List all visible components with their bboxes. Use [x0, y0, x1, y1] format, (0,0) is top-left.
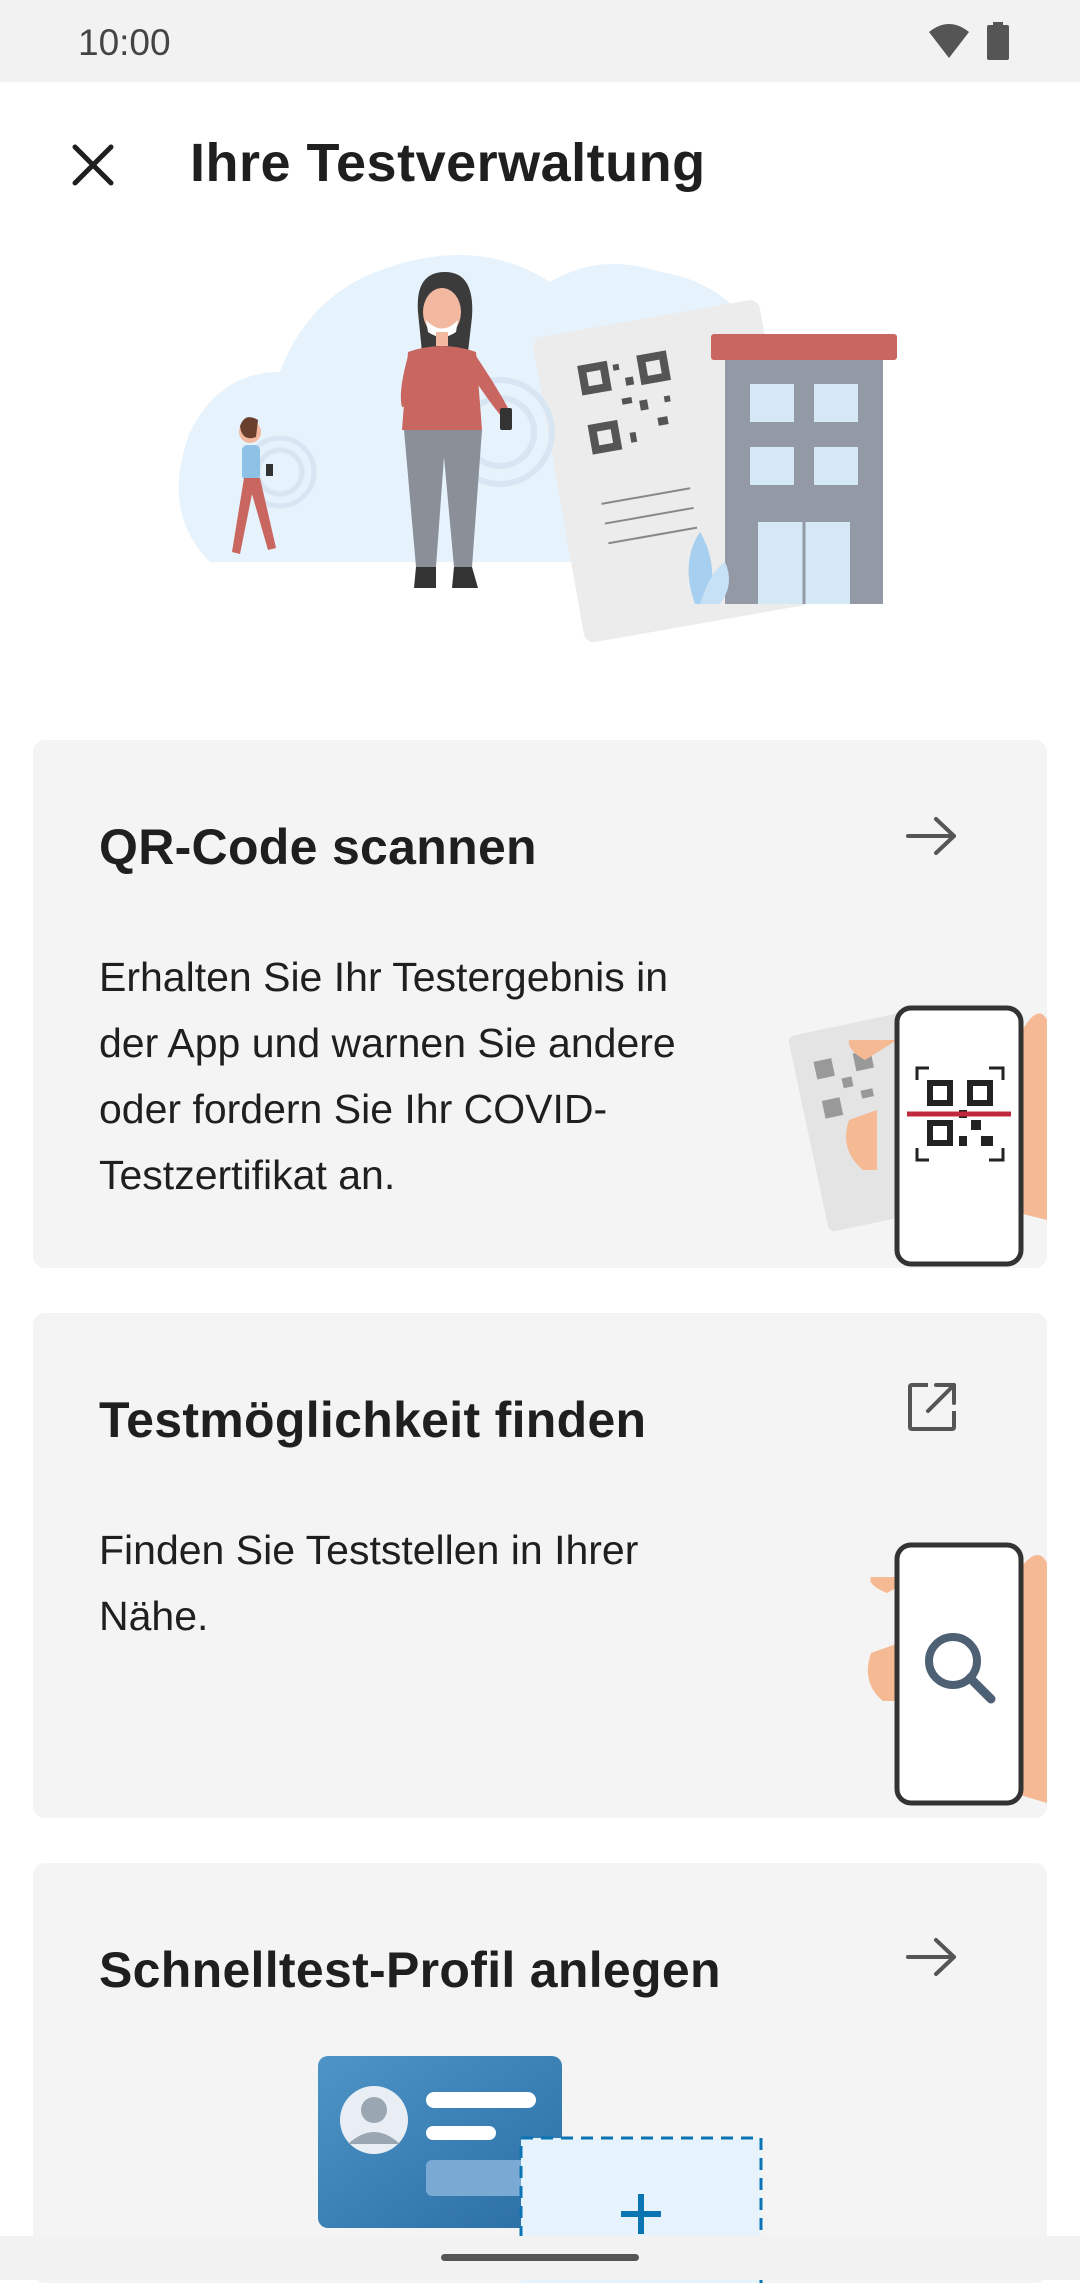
status-bar: 10:00 [0, 0, 1080, 82]
status-icons [928, 22, 1010, 60]
card-action [897, 1922, 967, 1992]
wifi-icon [929, 24, 969, 58]
card-title: QR-Code scannen [99, 819, 537, 875]
card-action [897, 1372, 967, 1442]
phone-search-illustration [867, 1542, 1047, 1806]
card-qr-code-scan[interactable]: QR-Code scannen Erhalten Sie Ihr Testerg… [33, 740, 1047, 1268]
home-gesture-handle[interactable] [441, 2254, 639, 2261]
card-description: Finden Sie Teststellen in Ihrer Nähe. [99, 1527, 639, 1639]
navigation-bar [0, 2236, 1080, 2280]
page-title: Ihre Testverwaltung [190, 133, 706, 193]
arrow-right-icon [906, 817, 956, 855]
close-icon [72, 144, 114, 186]
close-button[interactable] [50, 122, 136, 208]
hero-illustration [178, 255, 897, 643]
card-description: Erhalten Sie Ihr Testergebnis in der App… [99, 954, 676, 1198]
card-title: Schnelltest-Profil anlegen [99, 1942, 721, 1998]
arrow-right-icon [906, 1938, 956, 1976]
phone-scan-illustration [788, 1005, 1047, 1267]
card-title: Testmöglichkeit finden [99, 1392, 647, 1448]
battery-icon [987, 22, 1009, 60]
card-action [897, 801, 967, 871]
open-external-icon [908, 1383, 956, 1431]
card-find-test-location[interactable]: Testmöglichkeit finden Finden Sie Testst… [33, 1313, 1047, 1818]
card-create-rapid-test-profile[interactable]: Schnelltest-Profil anlegen [33, 1863, 1047, 2283]
status-time: 10:00 [78, 22, 171, 63]
app-bar: Ihre Testverwaltung [0, 82, 1080, 242]
